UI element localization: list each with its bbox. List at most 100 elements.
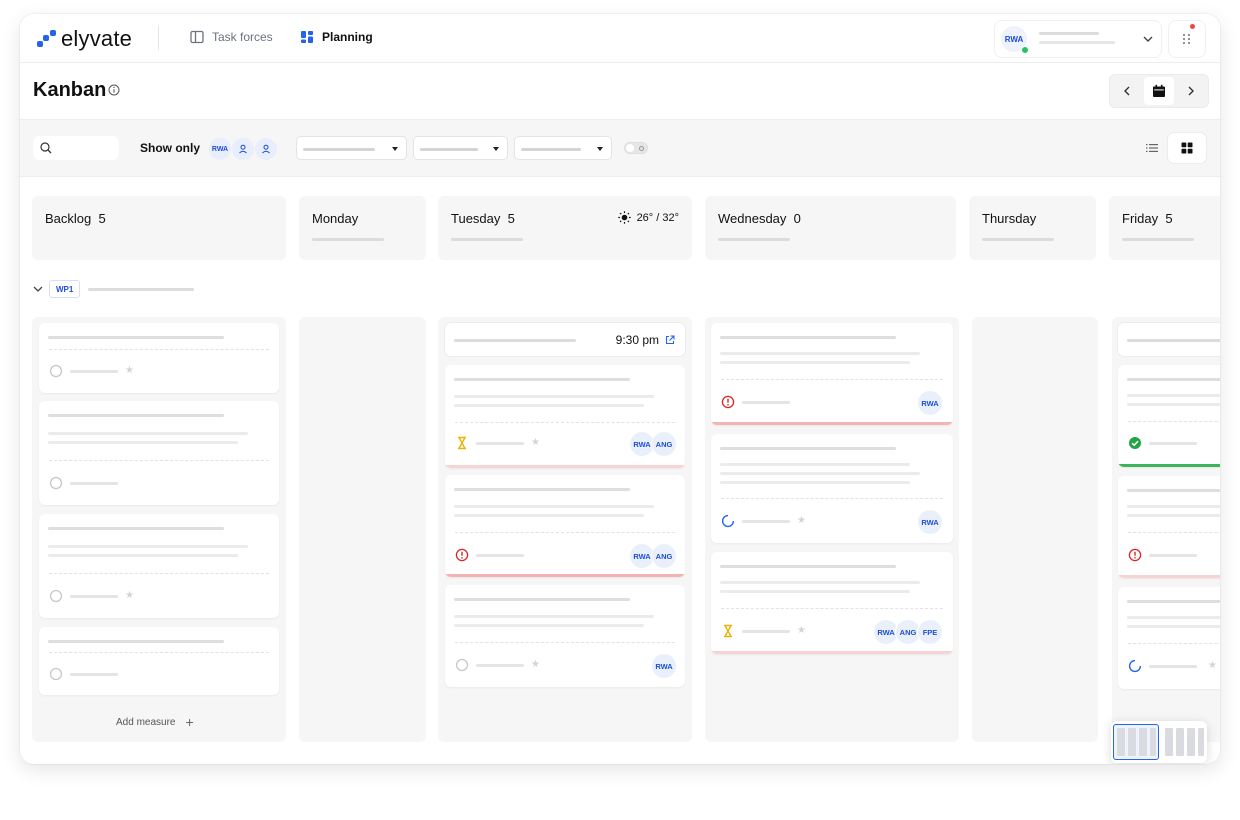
tab-task-forces[interactable]: Task forces xyxy=(190,30,273,44)
next-week-button[interactable] xyxy=(1178,75,1204,107)
filter-chip-rwa[interactable]: RWA xyxy=(208,137,232,161)
column-header-monday: Monday xyxy=(299,196,426,260)
card-title-placeholder xyxy=(1127,600,1220,603)
column-header-thursday: Thursday xyxy=(969,196,1096,260)
add-measure-label: Add measure xyxy=(116,716,176,728)
column-subtitle-placeholder xyxy=(451,238,523,241)
user-menu[interactable]: RWA xyxy=(994,20,1162,58)
list-icon xyxy=(1146,144,1158,152)
task-card[interactable]: ★ RWA ANG xyxy=(445,365,685,468)
filter-select-3[interactable] xyxy=(514,136,612,160)
add-measure-button[interactable]: Add measure + xyxy=(116,714,194,730)
card-meta-placeholder xyxy=(70,370,118,373)
task-card[interactable] xyxy=(39,627,279,695)
minimap-column xyxy=(1117,728,1125,756)
status-circle-icon[interactable] xyxy=(49,667,63,681)
tab-label: Task forces xyxy=(212,30,273,44)
task-card[interactable] xyxy=(1118,476,1220,578)
hourglass-icon[interactable] xyxy=(455,436,469,450)
prev-week-button[interactable] xyxy=(1114,75,1140,107)
alert-icon[interactable] xyxy=(721,395,735,409)
app-logo[interactable]: elyvate xyxy=(37,26,132,52)
alert-icon[interactable] xyxy=(455,548,469,562)
event-card[interactable] xyxy=(1118,323,1220,356)
task-card[interactable]: ★ xyxy=(39,323,279,393)
board-minimap[interactable] xyxy=(1111,721,1207,763)
card-text-placeholder xyxy=(48,441,238,444)
in-progress-icon[interactable] xyxy=(721,514,735,528)
column-title: Friday 5 xyxy=(1122,211,1173,226)
card-title-placeholder xyxy=(1127,378,1220,381)
star-icon[interactable]: ★ xyxy=(797,626,806,636)
hourglass-icon[interactable] xyxy=(721,624,735,638)
card-text-placeholder xyxy=(454,624,644,627)
card-divider xyxy=(49,652,269,653)
task-card[interactable]: ★ xyxy=(1118,587,1220,689)
board-view-button[interactable] xyxy=(1168,133,1206,163)
minimap-column xyxy=(1150,728,1156,756)
list-view-button[interactable] xyxy=(1138,136,1166,160)
card-text-placeholder xyxy=(48,545,248,548)
check-circle-icon[interactable] xyxy=(1128,436,1142,450)
tab-planning[interactable]: Planning xyxy=(300,30,373,44)
task-card[interactable]: ★ xyxy=(39,514,279,618)
card-divider xyxy=(721,608,943,609)
apps-button[interactable] xyxy=(1168,20,1206,58)
filter-toggle[interactable] xyxy=(624,142,648,154)
star-icon[interactable]: ★ xyxy=(1208,661,1217,671)
info-icon[interactable] xyxy=(108,84,120,96)
chevron-down-icon xyxy=(392,147,398,151)
column-title: Monday xyxy=(312,211,358,226)
card-meta-placeholder xyxy=(1149,665,1197,668)
event-card[interactable]: 9:30 pm xyxy=(445,323,685,356)
filter-select-2[interactable] xyxy=(413,136,508,160)
lane-backlog: ★ ★ Add measure + xyxy=(32,317,286,742)
task-card[interactable] xyxy=(39,401,279,505)
status-circle-icon[interactable] xyxy=(49,476,63,490)
task-card[interactable]: RWA xyxy=(711,323,953,425)
title-bar: Kanban xyxy=(20,63,1220,120)
card-text-placeholder xyxy=(1127,616,1220,619)
task-card[interactable] xyxy=(1118,365,1220,467)
chevron-down-icon xyxy=(1143,36,1153,42)
filter-bar: Show only RWA xyxy=(20,120,1220,177)
filter-chip-user[interactable] xyxy=(231,137,255,161)
status-circle-icon[interactable] xyxy=(455,658,469,672)
lane-wednesday: RWA ★ RWA ★ RWA ANG FPE xyxy=(705,317,959,742)
star-icon[interactable]: ★ xyxy=(531,438,540,448)
status-bar xyxy=(1118,575,1220,578)
card-divider xyxy=(49,460,269,461)
star-icon[interactable]: ★ xyxy=(125,591,134,601)
task-card[interactable]: ★ RWA xyxy=(711,434,953,543)
task-card[interactable]: ★ RWA ANG FPE xyxy=(711,552,953,654)
column-count: 0 xyxy=(793,211,801,226)
weather-info: 26° / 32° xyxy=(617,211,679,224)
grid-icon xyxy=(1181,142,1193,154)
select-value-placeholder xyxy=(420,148,478,151)
chevron-right-icon xyxy=(1188,86,1194,96)
filter-select-1[interactable] xyxy=(296,136,407,160)
dashboard-icon xyxy=(301,31,313,43)
card-divider xyxy=(455,422,675,423)
star-icon[interactable]: ★ xyxy=(125,366,134,376)
card-text-placeholder xyxy=(720,590,910,593)
toggle-off-indicator xyxy=(639,146,644,151)
chevron-down-icon[interactable] xyxy=(33,285,43,293)
status-circle-icon[interactable] xyxy=(49,589,63,603)
in-progress-icon[interactable] xyxy=(1128,659,1142,673)
star-icon[interactable]: ★ xyxy=(531,660,540,670)
task-card[interactable]: RWA ANG xyxy=(445,475,685,577)
column-subtitle-placeholder xyxy=(982,238,1054,241)
assignee-avatar: FPE xyxy=(917,619,943,645)
alert-icon[interactable] xyxy=(1128,548,1142,562)
chevron-down-icon xyxy=(597,147,603,151)
status-circle-icon[interactable] xyxy=(49,364,63,378)
task-card[interactable]: ★ RWA xyxy=(445,585,685,687)
calendar-button[interactable] xyxy=(1144,77,1174,105)
card-text-placeholder xyxy=(454,505,654,508)
filter-chip-user-2[interactable] xyxy=(254,137,278,161)
group-badge[interactable]: WP1 xyxy=(49,280,81,298)
star-icon[interactable]: ★ xyxy=(797,516,806,526)
card-text-placeholder xyxy=(1127,403,1220,406)
external-link-icon[interactable] xyxy=(665,335,675,345)
